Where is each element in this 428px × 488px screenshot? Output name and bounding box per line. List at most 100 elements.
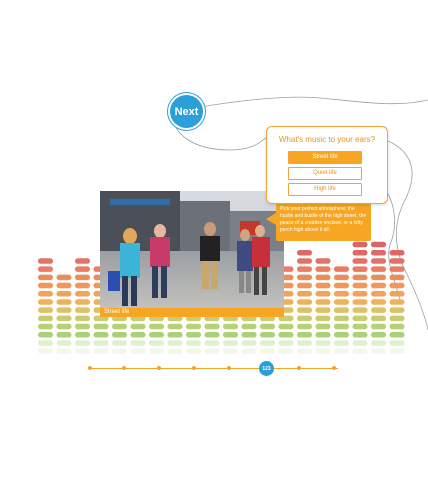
equalizer-pill [352, 332, 368, 338]
equalizer-pill [93, 332, 109, 338]
equalizer-pill [352, 258, 368, 264]
equalizer-pill [149, 323, 164, 330]
equalizer-pill [371, 299, 386, 305]
equalizer-pill [371, 291, 386, 297]
equalizer-pill [389, 332, 405, 338]
equalizer-pill [56, 291, 72, 297]
equalizer-reflection [149, 340, 164, 346]
equalizer-reflection [130, 340, 146, 346]
equalizer-pill [75, 299, 90, 305]
equalizer-pill [297, 266, 312, 272]
equalizer-pill [149, 332, 164, 338]
equalizer-pill [56, 332, 72, 338]
equalizer-reflection [56, 340, 72, 346]
photo-caption: Street life [100, 308, 284, 317]
equalizer-pill [38, 282, 53, 289]
equalizer-reflection [75, 348, 90, 354]
equalizer-pill [75, 307, 90, 313]
equalizer-pill [389, 250, 405, 256]
equalizer-pill [75, 291, 90, 297]
equalizer-reflection [241, 348, 257, 354]
equalizer-pill [297, 323, 312, 330]
equalizer-pill [278, 323, 294, 330]
equalizer-reflection [334, 348, 349, 354]
equalizer-pill [334, 291, 349, 297]
equalizer-pill [223, 323, 238, 330]
equalizer-pill [315, 258, 331, 264]
timeline-current-node[interactable]: 123 [259, 361, 274, 376]
equalizer-reflection [260, 348, 275, 354]
equalizer-reflection [75, 340, 90, 346]
equalizer-pill [352, 282, 368, 289]
timeline-dot[interactable] [332, 366, 336, 370]
equalizer-reflection [389, 340, 405, 346]
equalizer-pill [297, 332, 312, 338]
equalizer-pill [130, 332, 146, 338]
equalizer-pill [352, 307, 368, 313]
timeline-dot[interactable] [88, 366, 92, 370]
equalizer-pill [389, 274, 405, 281]
equalizer-reflection [93, 348, 109, 354]
equalizer-pill [38, 291, 53, 297]
equalizer-pill [112, 323, 127, 330]
equalizer-pill [260, 323, 275, 330]
equalizer-pill [56, 274, 72, 281]
equalizer-pill [75, 274, 90, 281]
equalizer-pill [297, 250, 312, 256]
timeline-dot[interactable] [122, 366, 126, 370]
equalizer-pill [204, 323, 220, 330]
equalizer-pill [130, 323, 146, 330]
equalizer-pill [297, 299, 312, 305]
option-quiet-life[interactable]: Quiet life [288, 167, 362, 180]
equalizer-pill [38, 258, 53, 264]
equalizer-pill [371, 258, 386, 264]
equalizer-pill [371, 315, 386, 322]
equalizer-reflection [389, 348, 405, 354]
equalizer-pill [75, 315, 90, 322]
timeline-dot[interactable] [227, 366, 231, 370]
equalizer-pill [334, 315, 349, 322]
equalizer-reflection [278, 340, 294, 346]
timeline-dot[interactable] [157, 366, 161, 370]
option-high-life[interactable]: High life [288, 183, 362, 196]
equalizer-reflection [352, 340, 368, 346]
equalizer-reflection [167, 340, 183, 346]
equalizer-reflection [56, 348, 72, 354]
equalizer-pill [315, 307, 331, 313]
equalizer-pill [167, 332, 183, 338]
equalizer-pill [352, 250, 368, 256]
equalizer-pill [315, 274, 331, 281]
equalizer-pill [223, 332, 238, 338]
equalizer-pill [38, 332, 53, 338]
equalizer-reflection [186, 340, 201, 346]
equalizer-reflection [371, 340, 386, 346]
equalizer-pill [352, 274, 368, 281]
equalizer-pill [186, 332, 201, 338]
equalizer-pill [297, 307, 312, 313]
equalizer-pill [371, 282, 386, 289]
equalizer-reflection [334, 340, 349, 346]
equalizer-reflection [260, 340, 275, 346]
equalizer-reflection [315, 348, 331, 354]
equalizer-pill [371, 250, 386, 256]
equalizer-reflection [278, 348, 294, 354]
timeline-dot[interactable] [297, 366, 301, 370]
equalizer-pill [75, 282, 90, 289]
equalizer-pill [352, 299, 368, 305]
equalizer-pill [315, 315, 331, 322]
equalizer-pill [389, 291, 405, 297]
equalizer-pill [371, 266, 386, 272]
equalizer-reflection [112, 340, 127, 346]
next-button[interactable]: Next [170, 95, 203, 128]
equalizer-reflection [297, 348, 312, 354]
equalizer-reflection [352, 348, 368, 354]
equalizer-pill [93, 323, 109, 330]
equalizer-pill [371, 307, 386, 313]
equalizer-reflection [371, 348, 386, 354]
equalizer-pill [75, 258, 90, 264]
equalizer-pill [352, 241, 368, 248]
equalizer-pill [334, 332, 349, 338]
timeline-dot[interactable] [192, 366, 196, 370]
option-street-life[interactable]: Street life [288, 151, 362, 164]
equalizer-pill [315, 282, 331, 289]
